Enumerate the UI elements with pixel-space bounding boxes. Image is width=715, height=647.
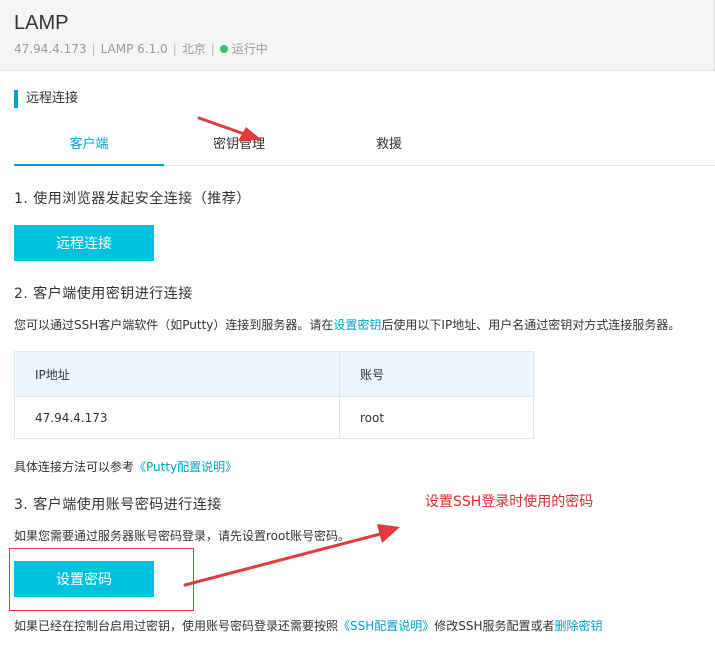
app-title: LAMP (14, 12, 69, 34)
instance-meta: 47.94.4.173 | LAMP 6.1.0 | 北京 | 运行中 (14, 40, 268, 57)
desc-text: 您可以通过SSH客户端软件（如Putty）连接到服务器。请在 (14, 318, 334, 332)
tab-bar: 客户端 密钥管理 救援 (14, 124, 715, 166)
instance-ip: 47.94.4.173 (14, 42, 87, 56)
meta-separator: | (91, 42, 96, 56)
note-text: 如果已经在控制台启用过密钥，使用账号密码登录还需要按照 (14, 619, 339, 633)
step-3-description: 如果您需要通过服务器账号密码登录，请先设置root账号密码。 (14, 529, 351, 543)
putty-config-link[interactable]: 《Putty配置说明》 (134, 460, 237, 474)
step-1-title: 1. 使用浏览器发起安全连接（推荐） (14, 191, 251, 207)
set-key-link[interactable]: 设置密钥 (333, 318, 381, 332)
section-title: 远程连接 (14, 90, 78, 108)
meta-separator: | (210, 42, 215, 56)
meta-separator: | (172, 42, 177, 56)
connection-info-table: IP地址 账号 47.94.4.173 root (14, 351, 534, 439)
step-3-title: 3. 客户端使用账号密码进行连接 (14, 497, 222, 513)
instance-status: 运行中 (231, 42, 268, 56)
tab-client[interactable]: 客户端 (14, 124, 164, 166)
status-dot-icon (219, 45, 228, 53)
putty-reference: 具体连接方法可以参考《Putty配置说明》 (14, 458, 237, 475)
delete-key-link[interactable]: 删除密钥 (555, 619, 603, 633)
ref-text: 具体连接方法可以参考 (14, 460, 135, 474)
instance-region: 北京 (181, 42, 206, 56)
table-row: 47.94.4.173 root (14, 396, 534, 439)
page-header: LAMP 47.94.4.173 | LAMP 6.1.0 | 北京 | 运行中 (0, 0, 715, 71)
cell-account: root (339, 396, 534, 439)
desc-text: 后使用以下IP地址、用户名通过密钥对方式连接服务器。 (381, 318, 681, 332)
remote-connect-button[interactable]: 远程连接 (14, 225, 154, 261)
tab-rescue[interactable]: 救援 (314, 124, 464, 166)
instance-image: LAMP 6.1.0 (100, 42, 168, 56)
ssh-note: 如果已经在控制台启用过密钥，使用账号密码登录还需要按照《SSH配置说明》修改SS… (14, 617, 603, 634)
step-2-description: 您可以通过SSH客户端软件（如Putty）连接到服务器。请在设置密钥后使用以下I… (14, 316, 680, 333)
step-2-title: 2. 客户端使用密钥进行连接 (14, 286, 193, 302)
ssh-config-link[interactable]: 《SSH配置说明》 (338, 619, 434, 633)
annotation-highlight-box (9, 548, 194, 611)
cell-ip: 47.94.4.173 (14, 396, 340, 439)
column-header-account: 账号 (339, 351, 534, 397)
annotation-text: 设置SSH登录时使用的密码 (425, 494, 594, 510)
note-text: 修改SSH服务配置或者 (434, 619, 555, 633)
table-header-row: IP地址 账号 (14, 351, 534, 397)
tab-key-management[interactable]: 密钥管理 (164, 124, 314, 166)
column-header-ip: IP地址 (14, 351, 340, 397)
